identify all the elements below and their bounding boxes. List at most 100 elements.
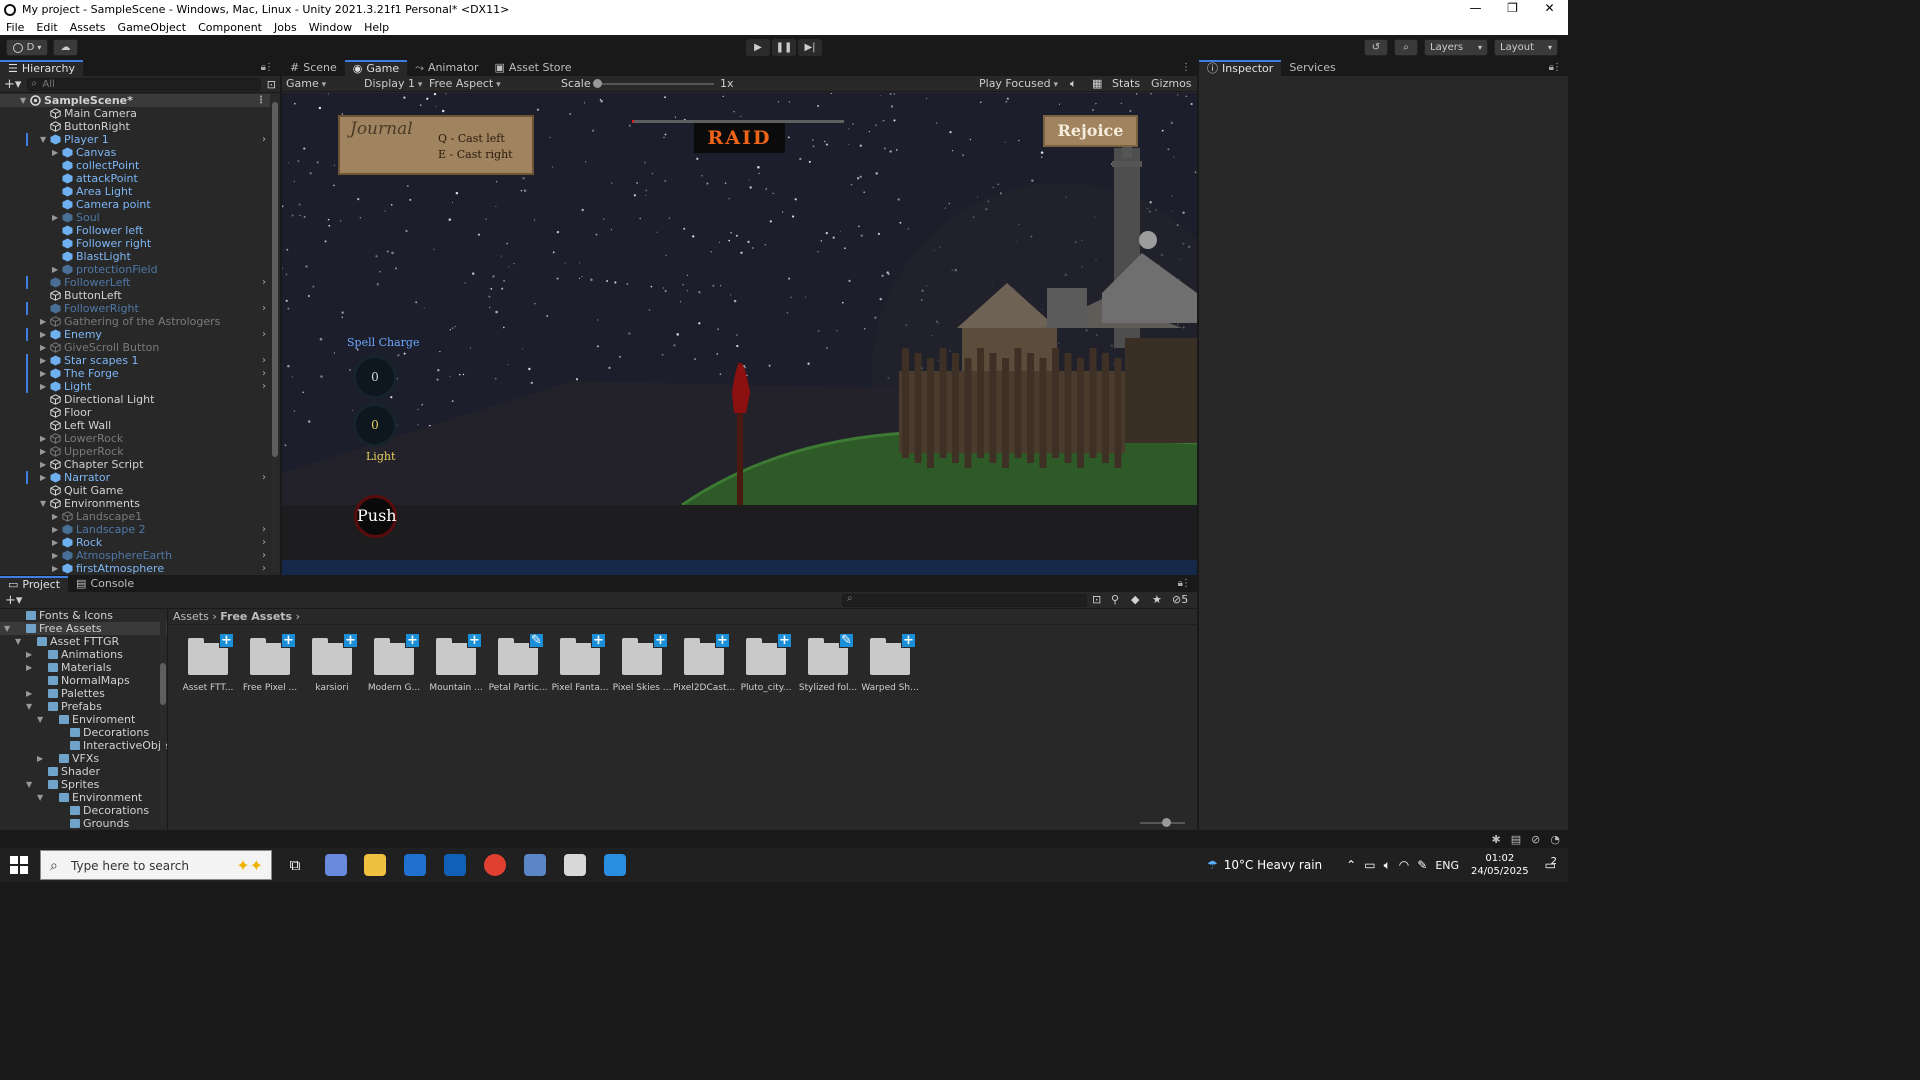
hierarchy-item[interactable]: ▶ Rock ›: [0, 536, 270, 549]
hierarchy-item[interactable]: ▶ Light ›: [0, 380, 270, 393]
kebab-menu-icon[interactable]: ⋮: [1181, 578, 1191, 589]
hierarchy-item[interactable]: Main Camera: [0, 107, 270, 120]
tab-game[interactable]: ◉ Game: [344, 60, 408, 76]
expand-arrow-icon[interactable]: ▼: [26, 778, 32, 791]
project-tree-item[interactable]: ▼ Environment: [0, 791, 167, 804]
hierarchy-item[interactable]: BlastLight: [0, 250, 270, 263]
search-by-type-icon[interactable]: ⊡: [267, 78, 276, 91]
weather-text[interactable]: 10°C Heavy rain: [1224, 858, 1322, 872]
close-icon[interactable]: ✕: [1531, 0, 1568, 19]
hierarchy-item[interactable]: ▶ The Forge ›: [0, 367, 270, 380]
collapse-arrow-icon[interactable]: ▶: [52, 510, 58, 523]
hierarchy-item[interactable]: Follower left: [0, 224, 270, 237]
account-dropdown[interactable]: D ▾: [6, 39, 48, 56]
rejoice-button[interactable]: Rejoice: [1043, 115, 1138, 147]
hierarchy-item[interactable]: Camera point: [0, 198, 270, 211]
collapse-arrow-icon[interactable]: ▶: [37, 752, 43, 765]
pen-icon[interactable]: ✎: [1417, 858, 1427, 872]
project-tree-item[interactable]: ▶ Animations: [0, 648, 167, 661]
open-prefab-chevron-icon[interactable]: ›: [262, 354, 266, 367]
add-icon[interactable]: +▾: [4, 77, 21, 92]
vscode-icon[interactable]: [604, 854, 626, 876]
tab-inspector[interactable]: ⓘ Inspector: [1199, 60, 1282, 76]
tab-services[interactable]: Services: [1281, 60, 1343, 76]
hierarchy-item[interactable]: ▶ firstAtmosphere ›: [0, 562, 270, 574]
collapse-arrow-icon[interactable]: ▶: [40, 341, 46, 354]
open-prefab-chevron-icon[interactable]: ›: [262, 133, 266, 146]
hierarchy-item[interactable]: Left Wall: [0, 419, 270, 432]
project-tree-item[interactable]: ▼ Free Assets: [0, 622, 167, 635]
aspect-dropdown[interactable]: Free Aspect: [425, 77, 553, 90]
project-tree-scroll-thumb[interactable]: [160, 663, 166, 705]
play-focused-dropdown[interactable]: Play Focused: [975, 77, 1062, 90]
folder-item[interactable]: + Modern G...: [363, 633, 425, 693]
collapse-arrow-icon[interactable]: ▶: [40, 432, 46, 445]
open-prefab-chevron-icon[interactable]: ›: [262, 549, 266, 562]
icon-size-knob[interactable]: [1162, 818, 1171, 827]
kebab-menu-icon[interactable]: ⋮: [1552, 62, 1562, 73]
maximize-icon[interactable]: ❐: [1494, 0, 1531, 19]
tray-overflow-icon[interactable]: ⌃: [1346, 858, 1356, 872]
hierarchy-item[interactable]: Follower right: [0, 237, 270, 250]
hierarchy-item[interactable]: ▶ Narrator ›: [0, 471, 270, 484]
folder-item[interactable]: + Warped Sh...: [859, 633, 921, 693]
hierarchy-item[interactable]: collectPoint: [0, 159, 270, 172]
tab-animator[interactable]: ⤳ Animator: [407, 60, 486, 76]
project-tree-item[interactable]: ▶ Materials: [0, 661, 167, 674]
hierarchy-item[interactable]: Floor: [0, 406, 270, 419]
folder-item[interactable]: + karsiori: [301, 633, 363, 693]
file-explorer-icon[interactable]: [364, 854, 386, 876]
tab-asset-store[interactable]: ▣ Asset Store: [487, 60, 580, 76]
menu-component[interactable]: Component: [192, 21, 268, 34]
open-prefab-chevron-icon[interactable]: ›: [262, 367, 266, 380]
scale-slider[interactable]: [593, 79, 714, 88]
tab-console[interactable]: ▤ Console: [68, 576, 142, 592]
project-tree-item[interactable]: InteractiveObjects: [0, 739, 167, 752]
project-tree-item[interactable]: Decorations: [0, 726, 167, 739]
collapse-arrow-icon[interactable]: ▶: [40, 328, 46, 341]
speaker-icon[interactable]: 🔈︎: [1070, 77, 1077, 91]
layers-dropdown[interactable]: Layers ▾: [1424, 39, 1488, 56]
hierarchy-item[interactable]: ▶ AtmosphereEarth ›: [0, 549, 270, 562]
folder-item[interactable]: ✎ Stylized fol...: [797, 633, 859, 693]
filter-type-icon[interactable]: ⚲: [1111, 593, 1119, 606]
menu-edit[interactable]: Edit: [30, 21, 63, 34]
open-prefab-chevron-icon[interactable]: ›: [262, 276, 266, 289]
layout-dropdown[interactable]: Layout ▾: [1494, 39, 1558, 56]
icon-size-slider[interactable]: [1140, 818, 1185, 827]
scene-menu-icon[interactable]: ⋮: [256, 94, 266, 107]
folder-item[interactable]: + Pluto_city...: [735, 633, 797, 693]
open-prefab-chevron-icon[interactable]: ›: [262, 471, 266, 484]
project-tree-scrollbar[interactable]: [160, 613, 166, 823]
hierarchy-scroll-thumb[interactable]: [272, 102, 278, 457]
kebab-menu-icon[interactable]: ⋮: [264, 62, 274, 73]
open-prefab-chevron-icon[interactable]: ›: [262, 536, 266, 549]
history-icon[interactable]: ↺: [1364, 39, 1388, 56]
folder-item[interactable]: + Pixel Fanta...: [549, 633, 611, 693]
search-scope-icon[interactable]: ⊡: [1092, 593, 1101, 606]
push-button[interactable]: Push: [354, 495, 397, 538]
hierarchy-item[interactable]: ButtonLeft: [0, 289, 270, 302]
open-prefab-chevron-icon[interactable]: ›: [262, 328, 266, 341]
hierarchy-item[interactable]: ▶ Canvas: [0, 146, 270, 159]
task-view-icon[interactable]: ⧉: [284, 854, 306, 876]
taskbar-search-input[interactable]: ⌕ Type here to search ✦✦: [40, 850, 272, 880]
language-indicator[interactable]: ENG: [1435, 859, 1459, 872]
expand-arrow-icon[interactable]: ▼: [40, 497, 46, 510]
project-tree-item[interactable]: ▼ Asset FTTGR: [0, 635, 167, 648]
project-tree-item[interactable]: ▼ Enviroment: [0, 713, 167, 726]
tab-hierarchy[interactable]: ☰ Hierarchy: [0, 60, 84, 76]
add-icon[interactable]: +▾: [5, 593, 22, 608]
collapse-arrow-icon[interactable]: ▶: [52, 523, 58, 536]
collapse-arrow-icon[interactable]: ▶: [40, 367, 46, 380]
collapse-arrow-icon[interactable]: ▶: [40, 380, 46, 393]
expand-arrow-icon[interactable]: ▼: [4, 622, 10, 635]
search-icon[interactable]: ⌕: [1394, 39, 1418, 56]
collapse-arrow-icon[interactable]: ▶: [52, 562, 58, 574]
pause-icon[interactable]: ❚❚: [772, 39, 796, 56]
collapse-arrow-icon[interactable]: ▶: [52, 536, 58, 549]
hierarchy-item[interactable]: ▼ SampleScene* ⋮: [0, 94, 270, 107]
hierarchy-item[interactable]: ▶ Enemy ›: [0, 328, 270, 341]
debug-icon[interactable]: ✱: [1492, 833, 1501, 846]
expand-arrow-icon[interactable]: ▼: [37, 791, 43, 804]
